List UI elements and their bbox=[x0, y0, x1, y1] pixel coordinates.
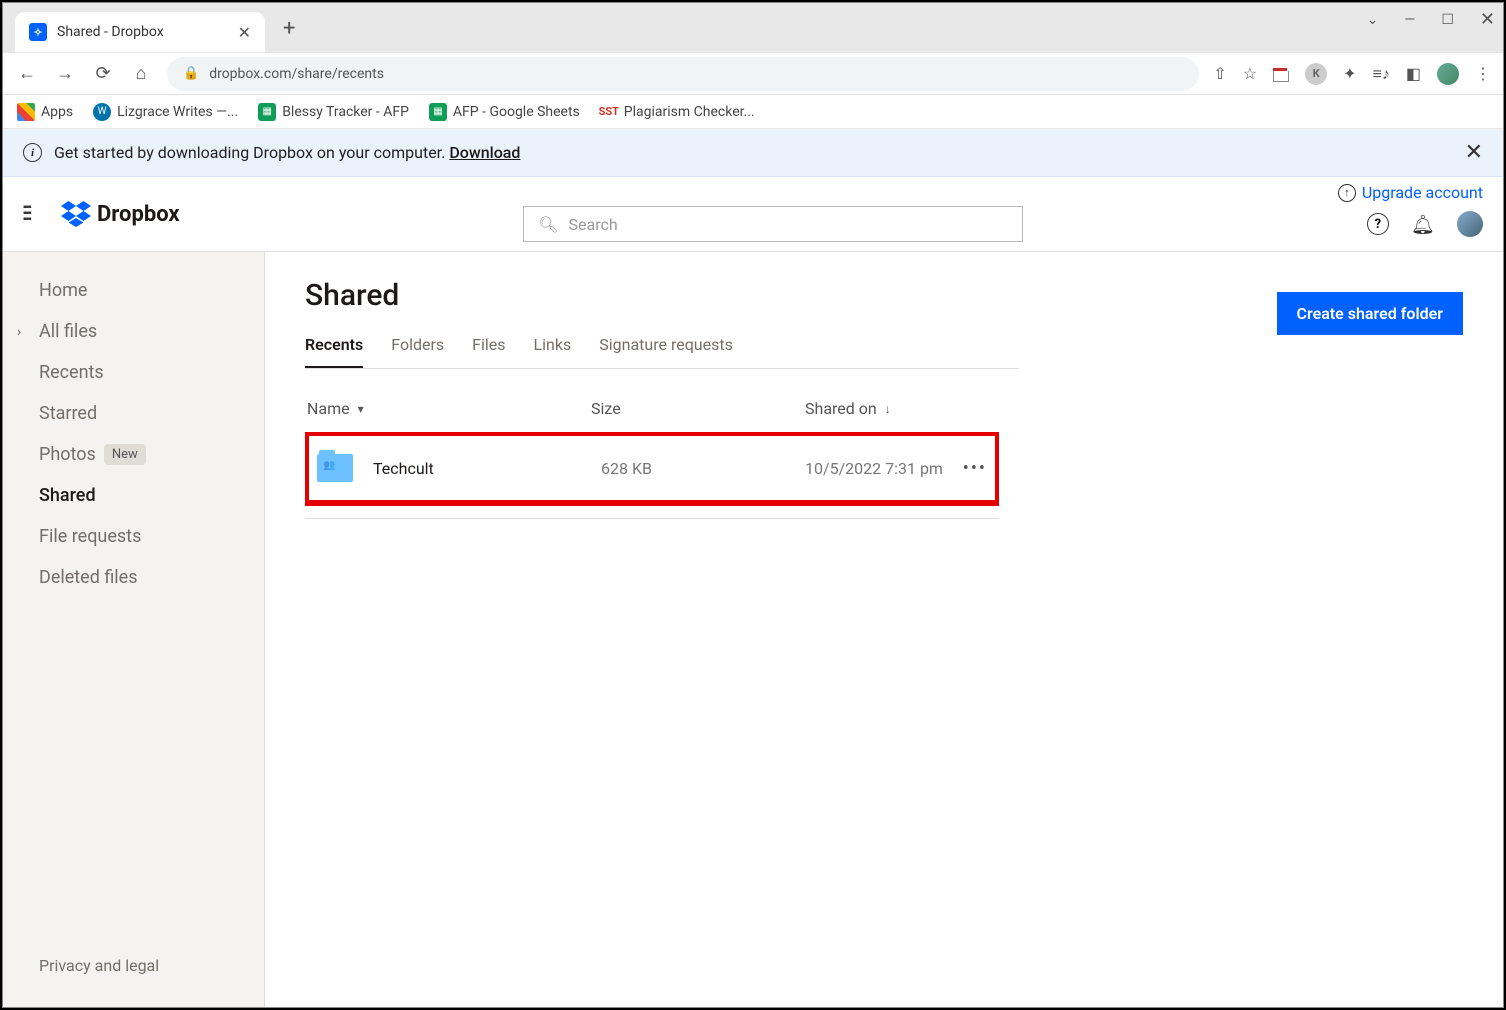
maximize-icon[interactable]: ☐ bbox=[1441, 12, 1454, 28]
upgrade-icon: ↑ bbox=[1338, 184, 1356, 202]
info-icon: i bbox=[23, 143, 42, 162]
close-window-icon[interactable]: ✕ bbox=[1480, 9, 1495, 30]
file-shared-on: 10/5/2022 7:31 pm bbox=[805, 459, 963, 478]
tabs: Recents Folders Files Links Signature re… bbox=[305, 335, 1019, 369]
column-shared-on[interactable]: Shared on↓ bbox=[805, 399, 1017, 418]
sidebar-item-deleted-files[interactable]: Deleted files bbox=[3, 557, 264, 598]
dropbox-logo[interactable]: Dropbox bbox=[61, 201, 180, 227]
share-icon[interactable]: ⇧ bbox=[1213, 64, 1226, 83]
bookmark-apps[interactable]: Apps bbox=[17, 103, 73, 121]
browser-titlebar: ✧ Shared - Dropbox ✕ + ⌄ — ☐ ✕ bbox=[3, 3, 1503, 53]
help-icon[interactable]: ? bbox=[1367, 213, 1389, 235]
bookmark-blessy[interactable]: ▦Blessy Tracker - AFP bbox=[258, 103, 409, 121]
sidebar-item-recents[interactable]: Recents bbox=[3, 352, 264, 393]
chrome-menu-icon[interactable]: ⋮ bbox=[1475, 64, 1491, 83]
sst-icon: SST bbox=[600, 103, 618, 121]
bookmark-lizgrace[interactable]: WLizgrace Writes —... bbox=[93, 103, 238, 121]
reload-icon[interactable]: ⟳ bbox=[91, 63, 115, 84]
file-size: 628 KB bbox=[601, 459, 805, 478]
banner-text: Get started by downloading Dropbox on yo… bbox=[54, 143, 520, 162]
row-divider bbox=[305, 518, 999, 519]
extensions-icon[interactable]: ✦ bbox=[1343, 64, 1356, 83]
sidebar: Home ›All files Recents Starred PhotosNe… bbox=[3, 252, 265, 1007]
new-tab-button[interactable]: + bbox=[283, 16, 295, 41]
bookmark-plagiarism[interactable]: SSTPlagiarism Checker... bbox=[600, 103, 755, 121]
sidebar-item-file-requests[interactable]: File requests bbox=[3, 516, 264, 557]
tabs-chevron-icon[interactable]: ⌄ bbox=[1367, 12, 1379, 28]
apps-grid-icon bbox=[17, 103, 35, 121]
reading-list-icon[interactable]: ≡♪ bbox=[1373, 64, 1390, 84]
shared-folder-icon bbox=[317, 454, 353, 482]
browser-tab[interactable]: ✧ Shared - Dropbox ✕ bbox=[15, 12, 265, 52]
minimize-icon[interactable]: — bbox=[1404, 12, 1415, 28]
table-header: Name▾ Size Shared on↓ bbox=[305, 391, 1019, 426]
app-header: ▪▪▪▪▪▪▪▪▪ Dropbox ↑ Upgrade account 🔍︎ S… bbox=[3, 177, 1503, 252]
lock-icon: 🔒 bbox=[183, 66, 199, 81]
bookmarks-bar: Apps WLizgrace Writes —... ▦Blessy Track… bbox=[3, 95, 1503, 129]
notifications-icon[interactable]: 🔔︎ bbox=[1411, 213, 1435, 236]
table-row[interactable]: Techcult 628 KB 10/5/2022 7:31 pm ••• bbox=[305, 432, 999, 506]
column-name[interactable]: Name▾ bbox=[307, 399, 591, 418]
row-actions-icon[interactable]: ••• bbox=[963, 458, 987, 479]
tab-links[interactable]: Links bbox=[534, 335, 572, 368]
download-banner: i Get started by downloading Dropbox on … bbox=[3, 129, 1503, 177]
sidebar-item-starred[interactable]: Starred bbox=[3, 393, 264, 434]
sidebar-item-photos[interactable]: PhotosNew bbox=[3, 434, 264, 475]
mcafee-extension-icon[interactable] bbox=[1273, 66, 1289, 82]
sheets-icon: ▦ bbox=[258, 103, 276, 121]
tab-signature-requests[interactable]: Signature requests bbox=[599, 335, 733, 368]
create-shared-folder-button[interactable]: Create shared folder bbox=[1277, 292, 1463, 335]
search-input[interactable]: 🔍︎ Search bbox=[523, 206, 1023, 242]
sidebar-footer-link[interactable]: Privacy and legal bbox=[3, 942, 264, 989]
browser-toolbar: ← → ⟳ ⌂ 🔒 dropbox.com/share/recents ⇧ ☆ … bbox=[3, 53, 1503, 95]
search-icon: 🔍︎ bbox=[538, 215, 558, 234]
home-icon[interactable]: ⌂ bbox=[129, 63, 153, 84]
dropbox-favicon-icon: ✧ bbox=[29, 23, 47, 41]
url-text: dropbox.com/share/recents bbox=[209, 66, 384, 82]
star-icon[interactable]: ☆ bbox=[1243, 64, 1257, 83]
user-avatar[interactable] bbox=[1457, 211, 1483, 237]
sidebar-item-all-files[interactable]: ›All files bbox=[3, 311, 264, 352]
tab-recents[interactable]: Recents bbox=[305, 335, 363, 368]
content-area: Shared Create shared folder Recents Fold… bbox=[265, 252, 1503, 1007]
forward-icon[interactable]: → bbox=[53, 63, 77, 84]
dropbox-logo-icon bbox=[61, 201, 91, 227]
new-badge: New bbox=[104, 444, 146, 465]
side-panel-icon[interactable]: ◧ bbox=[1406, 64, 1421, 83]
tab-folders[interactable]: Folders bbox=[391, 335, 444, 368]
sheets-icon: ▦ bbox=[429, 103, 447, 121]
wordpress-icon: W bbox=[93, 103, 111, 121]
back-icon[interactable]: ← bbox=[15, 63, 39, 84]
brand-text: Dropbox bbox=[97, 202, 180, 227]
file-name: Techcult bbox=[373, 459, 601, 478]
column-size[interactable]: Size bbox=[591, 399, 805, 418]
sidebar-item-shared[interactable]: Shared bbox=[3, 475, 264, 516]
app-launcher-icon[interactable]: ▪▪▪▪▪▪▪▪▪ bbox=[23, 205, 43, 223]
address-bar[interactable]: 🔒 dropbox.com/share/recents bbox=[167, 57, 1199, 91]
sort-down-icon: ▾ bbox=[358, 402, 364, 416]
close-tab-icon[interactable]: ✕ bbox=[238, 23, 251, 42]
tab-title: Shared - Dropbox bbox=[57, 24, 228, 40]
sort-down-icon: ↓ bbox=[885, 402, 891, 416]
bookmark-afp[interactable]: ▦AFP - Google Sheets bbox=[429, 103, 580, 121]
download-link[interactable]: Download bbox=[449, 143, 520, 162]
upgrade-account-link[interactable]: ↑ Upgrade account bbox=[1338, 183, 1483, 202]
chevron-right-icon: › bbox=[17, 324, 21, 340]
user-profile-icon[interactable]: K bbox=[1305, 63, 1327, 85]
profile-avatar-icon[interactable] bbox=[1437, 63, 1459, 85]
banner-close-icon[interactable]: ✕ bbox=[1465, 140, 1483, 165]
tab-files[interactable]: Files bbox=[472, 335, 505, 368]
sidebar-item-home[interactable]: Home bbox=[3, 270, 264, 311]
